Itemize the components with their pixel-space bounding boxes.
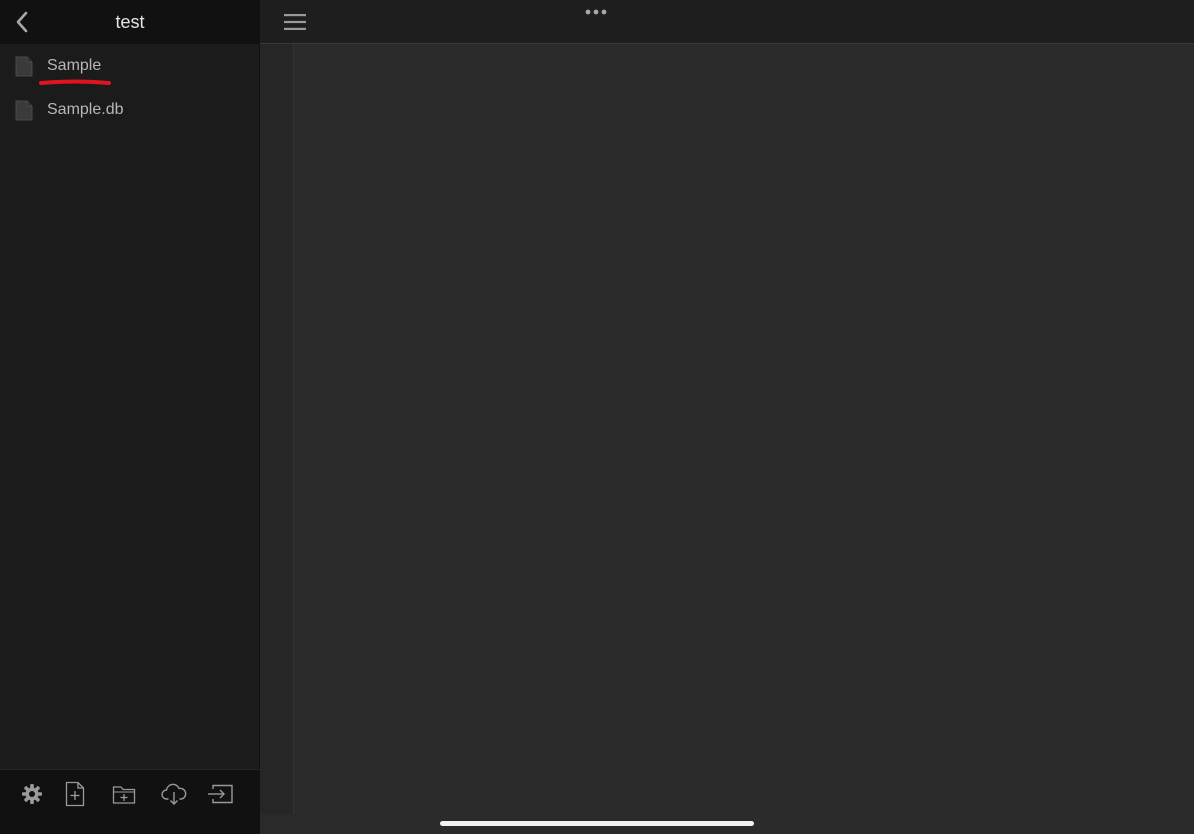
back-button[interactable]	[8, 8, 36, 36]
file-item-sample[interactable]: Sample	[0, 44, 260, 88]
import-icon	[208, 784, 233, 804]
new-file-icon	[65, 781, 85, 807]
file-name: Sample.db	[47, 101, 124, 118]
highlight-underline	[39, 79, 111, 85]
document-icon	[15, 56, 33, 77]
new-folder-icon	[112, 786, 136, 804]
gear-icon	[22, 784, 42, 804]
app-window: test Sample Sample.db	[0, 0, 1194, 834]
import-button[interactable]	[206, 780, 234, 808]
cloud-download-icon	[161, 783, 187, 805]
cloud-download-button[interactable]	[160, 780, 188, 808]
settings-button[interactable]	[18, 780, 46, 808]
chevron-left-icon	[16, 11, 28, 33]
sidebar-header: test	[0, 0, 260, 44]
new-file-button[interactable]	[61, 780, 89, 808]
folder-title: test	[115, 12, 145, 32]
home-indicator[interactable]	[440, 821, 754, 826]
sidebar-toolbar	[0, 769, 260, 834]
text-editor[interactable]	[294, 44, 1194, 834]
hamburger-menu-icon[interactable]	[283, 10, 307, 34]
line-number-gutter	[260, 44, 294, 814]
new-folder-button[interactable]	[110, 780, 138, 808]
file-item-sample-db[interactable]: Sample.db	[0, 88, 260, 132]
document-icon	[15, 100, 33, 121]
file-list: Sample Sample.db	[0, 44, 260, 132]
more-dots-icon[interactable]	[583, 4, 609, 20]
editor-header	[260, 0, 1194, 44]
file-sidebar: test Sample Sample.db	[0, 0, 260, 834]
